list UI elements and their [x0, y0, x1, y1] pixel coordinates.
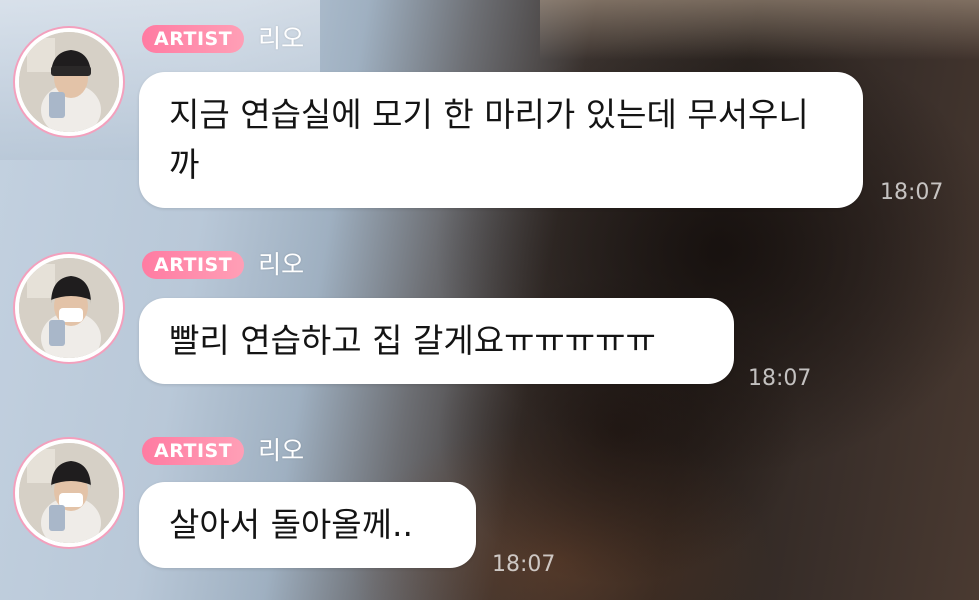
message-text: 살아서 돌아올께..	[169, 505, 413, 544]
message-time: 18:07	[880, 180, 944, 205]
artist-badge: ARTIST	[142, 251, 245, 279]
message-time: 18:07	[748, 366, 812, 391]
sender-name: 리오	[258, 24, 305, 53]
sender-name: 리오	[258, 250, 305, 279]
sender-row: ARTIST 리오	[142, 250, 304, 280]
avatar[interactable]	[13, 437, 125, 549]
artist-badge: ARTIST	[142, 25, 245, 53]
avatar-photo	[15, 439, 123, 547]
background-shelf	[540, 0, 979, 60]
message-time: 18:07	[492, 552, 556, 577]
sender-row: ARTIST 리오	[142, 436, 304, 466]
message-bubble[interactable]: 빨리 연습하고 집 갈게요ㅠㅠㅠㅠㅠ	[139, 298, 734, 384]
avatar-photo	[15, 28, 123, 136]
message-text: 빨리 연습하고 집 갈게요ㅠㅠㅠㅠㅠ	[169, 321, 656, 360]
sender-row: ARTIST 리오	[142, 24, 304, 54]
sender-name: 리오	[258, 436, 305, 465]
message-text: 지금 연습실에 모기 한 마리가 있는데 무서우니까	[169, 95, 809, 184]
avatar[interactable]	[13, 26, 125, 138]
avatar-photo	[15, 254, 123, 362]
message-bubble[interactable]: 살아서 돌아올께..	[139, 482, 476, 568]
avatar[interactable]	[13, 252, 125, 364]
message-bubble[interactable]: 지금 연습실에 모기 한 마리가 있는데 무서우니까	[139, 72, 863, 208]
artist-badge: ARTIST	[142, 437, 245, 465]
